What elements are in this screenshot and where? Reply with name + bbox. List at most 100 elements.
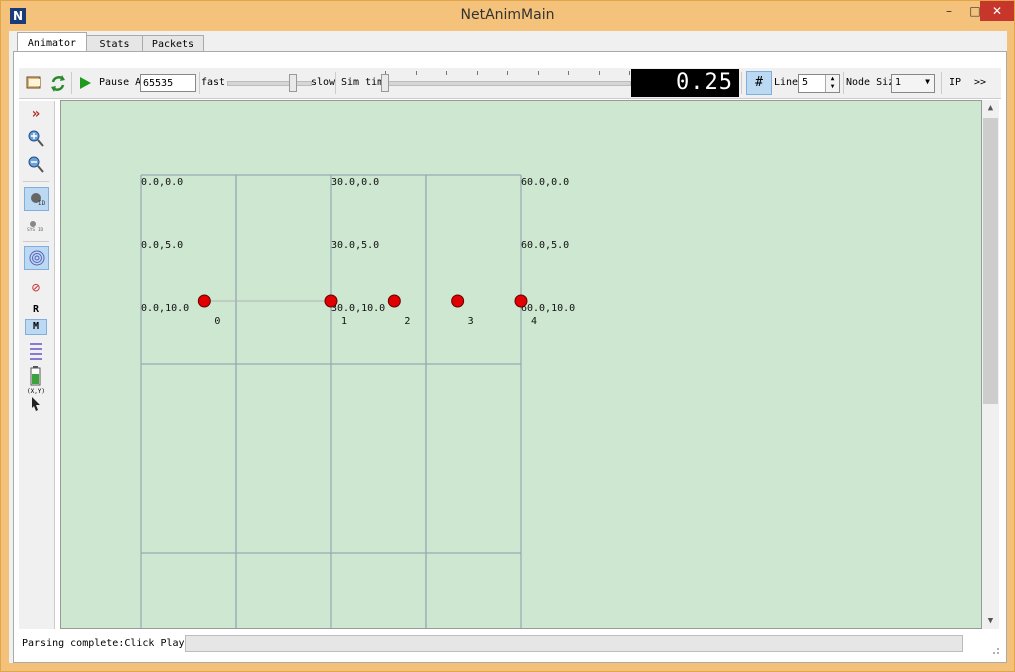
xy-label: (X,Y)	[26, 388, 46, 395]
grid-coordinate-label: 60.0,0.0	[521, 177, 569, 188]
node-circle	[451, 294, 465, 308]
open-file-button[interactable]	[25, 68, 45, 98]
topology-scene[interactable]: 0.0,0.0 30.0,0.0 60.0,0.0 0.0,5.0 30.0,5.0 60…	[61, 101, 981, 628]
reload-button[interactable]	[49, 68, 69, 98]
minimize-button[interactable]: –	[936, 1, 962, 21]
grid-coordinate-label: 30.0,0.0	[331, 177, 379, 188]
toolbar-separator	[199, 72, 200, 94]
grid-coordinate-label: 30.0,5.0	[331, 240, 379, 251]
toolbar-separator	[71, 72, 72, 94]
toolbar-separator	[335, 72, 336, 94]
battery-icon[interactable]	[25, 365, 47, 387]
lines-value: 5	[802, 77, 809, 88]
node-id-label: 2	[404, 316, 410, 327]
scroll-down-icon[interactable]: ▼	[982, 613, 999, 629]
sim-time-tick	[598, 71, 600, 75]
sim-time-tick	[446, 71, 447, 75]
node-circle	[197, 294, 211, 308]
no-entry-icon[interactable]: ⊘	[25, 277, 47, 299]
refresh-icon	[51, 75, 65, 92]
show-node-id-toggle[interactable]: ID	[24, 187, 49, 211]
window-title: NetAnimMain	[460, 7, 555, 23]
left-toolbar: » ID SYS ID ⊘ R M (X,Y)	[19, 101, 55, 629]
animator-panel: Pause At 65535 fast slow Sim time 0.25 #…	[13, 51, 1007, 663]
animation-canvas[interactable]: 0.0,0.0 30.0,0.0 60.0,0.0 0.0,5.0 30.0,5.0 60…	[60, 100, 982, 629]
chevron-down-icon: ▼	[925, 77, 930, 86]
node-id-label: 4	[531, 316, 537, 327]
node-circle	[387, 294, 401, 308]
sim-time-display: 0.25	[631, 69, 739, 97]
cursor-arrow-icon	[32, 397, 40, 411]
sim-time-tick	[476, 71, 478, 75]
node-size-value: 1	[895, 77, 902, 88]
animator-toolbar: Pause At 65535 fast slow Sim time 0.25 #…	[19, 68, 1001, 99]
folder-open-icon	[26, 76, 41, 89]
node-id-label: 1	[341, 316, 347, 327]
sim-time-tick	[507, 71, 508, 75]
parse-progress-bar	[185, 635, 963, 652]
m-toggle[interactable]: M	[25, 319, 47, 335]
tab-animator[interactable]: Animator	[17, 32, 87, 53]
app-window: N NetAnimMain – □ ✕ Animator Stats Packe…	[0, 0, 1015, 672]
speed-slider-handle[interactable]	[289, 74, 298, 92]
play-icon	[80, 77, 91, 89]
zoom-out-icon[interactable]	[25, 155, 47, 177]
grid-toggle-button[interactable]: #	[746, 71, 772, 95]
node-size-combobox[interactable]: 1 ▼	[891, 74, 935, 93]
grid-coordinate-label: 60.0,10.0	[521, 303, 575, 314]
status-bar: Parsing complete:Click Play	[19, 632, 1001, 656]
sim-time-tick	[537, 71, 539, 75]
scroll-up-icon[interactable]: ▲	[982, 100, 999, 116]
show-sys-id-toggle[interactable]: SYS ID	[25, 215, 47, 237]
lines-spinbox[interactable]: 5 ▲ ▼	[798, 74, 840, 93]
grid-icon: #	[755, 75, 763, 90]
double-chevron-right-icon[interactable]: »	[25, 103, 47, 125]
resize-grip-icon[interactable]	[989, 644, 1001, 656]
spin-arrows[interactable]: ▲ ▼	[825, 75, 839, 92]
scrollbar-thumb[interactable]	[983, 118, 998, 404]
packet-list-icon[interactable]	[25, 339, 47, 361]
toolbar-separator	[741, 72, 742, 94]
status-message: Parsing complete:Click Play	[22, 638, 185, 649]
sim-time-slider-track[interactable]	[385, 81, 631, 86]
vertical-scrollbar[interactable]: ▲ ▼	[982, 100, 999, 629]
play-button[interactable]	[77, 68, 95, 98]
sidebar-separator	[23, 181, 49, 182]
zoom-in-icon[interactable]	[25, 129, 47, 151]
grid-coordinate-label: 30.0,10.0	[331, 303, 385, 314]
ip-button[interactable]: IP	[949, 68, 961, 98]
sys-id-icon: SYS ID	[27, 221, 44, 233]
fast-label: fast	[201, 77, 226, 88]
spin-up-icon[interactable]: ▲	[831, 75, 835, 82]
grid-coordinate-label: 0.0,10.0	[141, 303, 189, 314]
wireless-circles-icon	[29, 250, 44, 266]
r-button[interactable]: R	[25, 299, 47, 321]
title-bar[interactable]: N NetAnimMain – □ ✕	[1, 1, 1014, 31]
slow-label: slow	[311, 77, 336, 88]
sim-time-tick	[629, 71, 630, 75]
spin-down-icon[interactable]: ▼	[831, 83, 835, 90]
node-id-label: 3	[468, 316, 474, 327]
sim-time-tick	[415, 71, 417, 75]
close-button[interactable]: ✕	[980, 1, 1014, 21]
pause-at-input[interactable]: 65535	[140, 74, 196, 92]
sim-time-slider-handle[interactable]	[381, 74, 389, 92]
node-id-glyph-text: ID	[38, 200, 46, 207]
toolbar-separator	[843, 72, 844, 94]
toolbar-separator	[941, 72, 942, 94]
grid-coordinate-label: 0.0,0.0	[141, 177, 183, 188]
grid-coordinate-label: 0.0,5.0	[141, 240, 183, 251]
node-circle	[324, 294, 338, 308]
node-id-label: 0	[214, 316, 220, 327]
sim-time-tick	[568, 71, 569, 75]
grid-coordinate-label: 60.0,5.0	[521, 240, 569, 251]
sidebar-separator	[23, 241, 49, 242]
node-id-icon: ID	[30, 193, 46, 207]
node-circle	[514, 294, 528, 308]
show-xy-button[interactable]: (X,Y)	[25, 387, 47, 411]
toolbar-overflow-button[interactable]: >>	[974, 68, 986, 98]
wireless-circles-toggle[interactable]	[24, 246, 49, 270]
sys-id-glyph-text: SYS ID	[27, 227, 44, 233]
client-area: Animator Stats Packets Pause At 65535 fa…	[9, 31, 1007, 663]
speed-slider-track[interactable]	[227, 81, 312, 86]
